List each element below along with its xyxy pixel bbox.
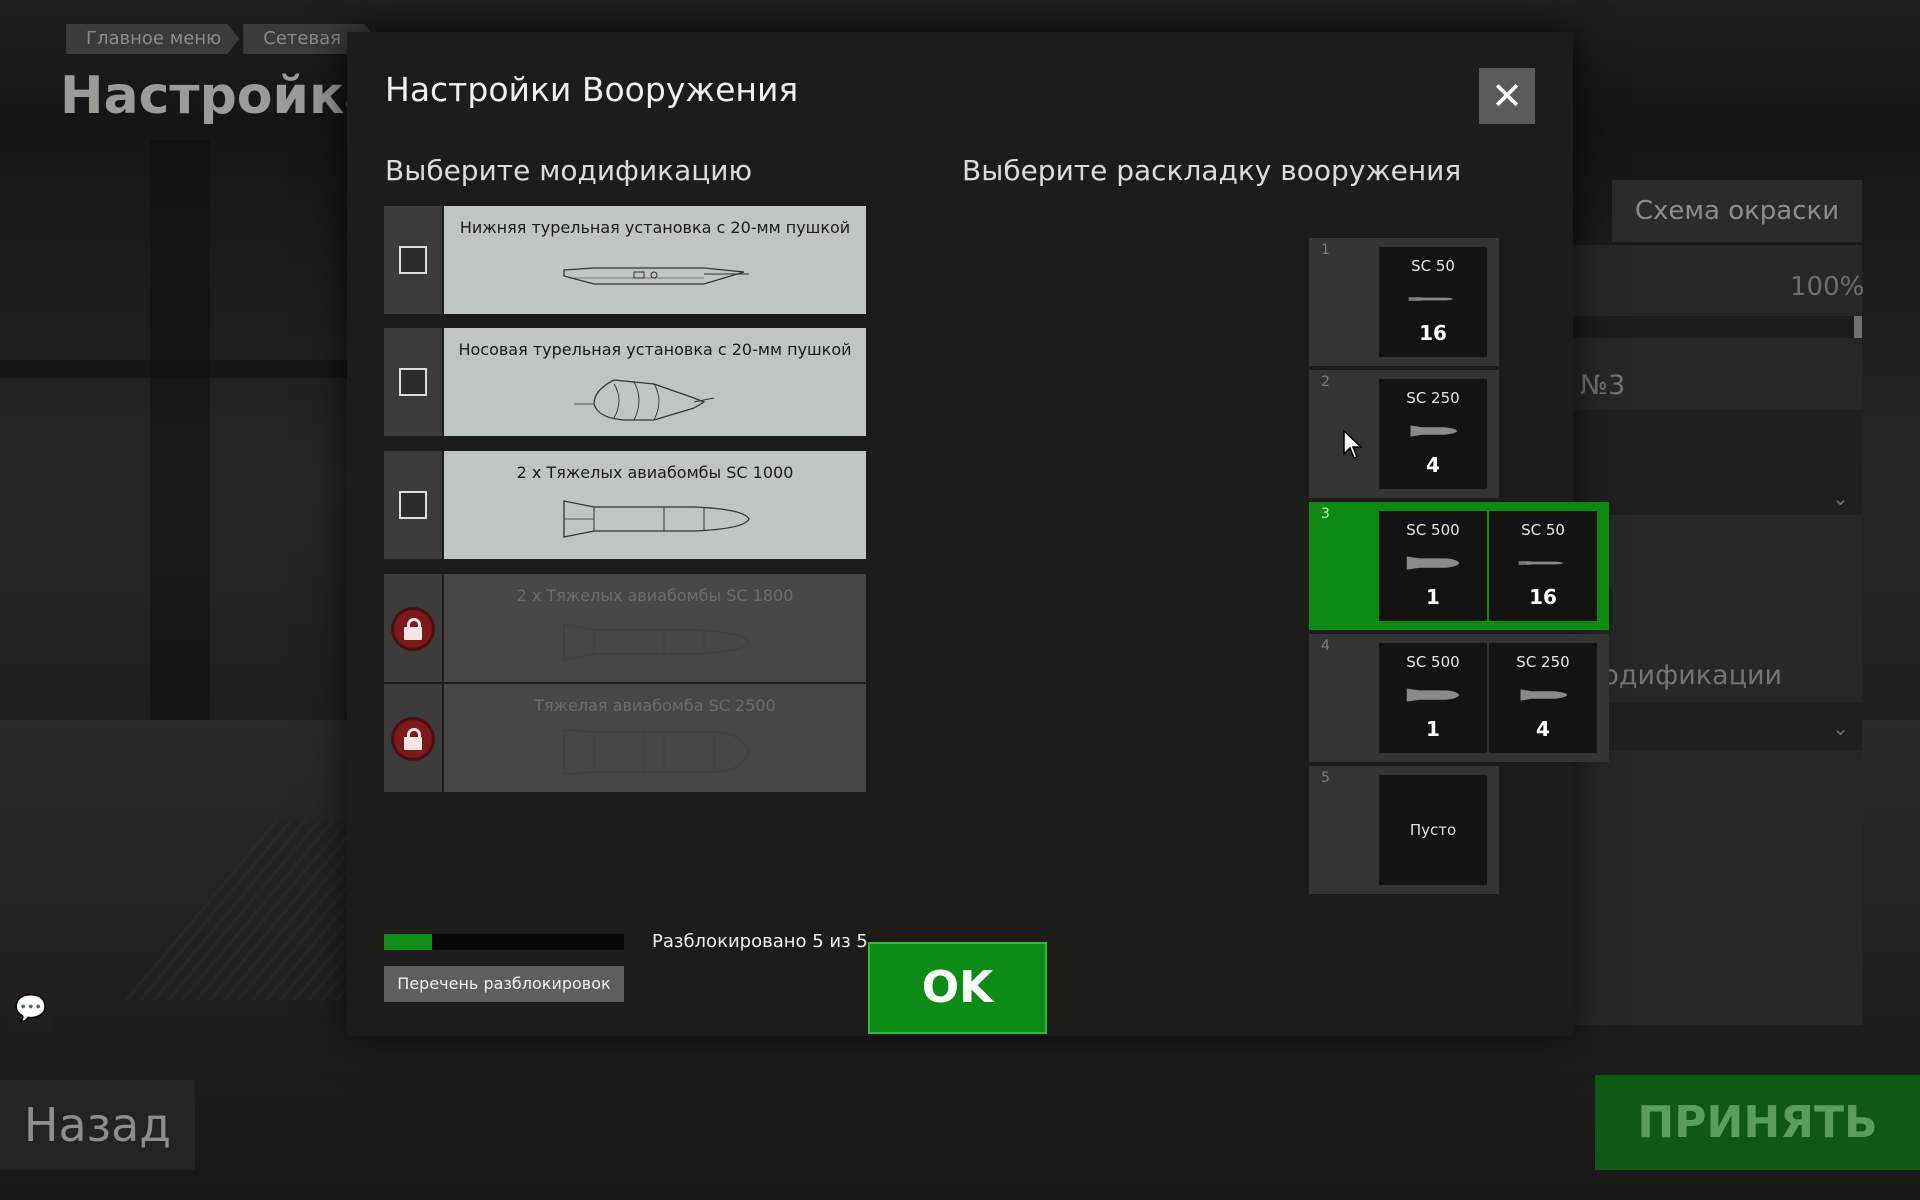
slider-knob[interactable] (1854, 316, 1862, 338)
modification-label: 2 x Тяжелых авиабомбы SC 1000 (516, 463, 794, 482)
hangar-beam (0, 360, 347, 378)
modification-item: Тяжелая авиабомба SC 2500 (384, 684, 866, 792)
chevron-down-icon: ⌄ (1832, 486, 1849, 510)
loadout-number: 5 (1321, 770, 1330, 786)
weapon-name: SC 250 (1516, 653, 1570, 671)
weapon-settings-dialog: Настройки Вооружения ✕ Выберите модифика… (347, 32, 1609, 1036)
modification-label: Тяжелая авиабомба SC 2500 (534, 696, 776, 715)
chat-icon[interactable]: 💬 (8, 986, 54, 1032)
mouse-cursor-icon (1343, 430, 1363, 459)
modification-label: 2 x Тяжелых авиабомбы SC 1800 (516, 586, 794, 605)
modification-checkbox[interactable] (399, 491, 427, 519)
modification-toggle[interactable] (384, 328, 442, 436)
bomb-icon (1406, 688, 1460, 702)
loadout-number: 4 (1321, 638, 1330, 654)
weapon-slot: SC 250 4 (1379, 379, 1487, 489)
weapon-name: SC 50 (1521, 521, 1565, 539)
weapon-slot: SC 500 1 (1379, 643, 1487, 753)
weapon-count: 16 (1529, 585, 1557, 609)
percent-value: 100% (1790, 272, 1865, 302)
lock-icon (394, 720, 432, 758)
chevron-down-icon: ⌄ (1832, 716, 1849, 740)
modification-checkbox[interactable] (399, 246, 427, 274)
weapon-slot: SC 50 16 (1379, 247, 1487, 357)
modification-card: Тяжелая авиабомба SC 2500 (444, 684, 866, 792)
weapon-slot: SC 250 4 (1489, 643, 1597, 753)
bomb-icon (563, 623, 750, 661)
weapon-slot: Пусто (1379, 775, 1487, 885)
ventral-turret-icon (563, 267, 749, 285)
background-dropdown-2[interactable] (1572, 702, 1862, 750)
modification-card[interactable]: 2 x Тяжелых авиабомбы SC 1000 (444, 451, 866, 559)
modification-item[interactable]: Носовая турельная установка с 20-мм пушк… (384, 328, 866, 436)
modification-card: 2 x Тяжелых авиабомбы SC 1800 (444, 574, 866, 682)
loadout-number: 2 (1321, 374, 1330, 390)
settings-panel (1570, 245, 1862, 1025)
bomb-icon (1408, 297, 1454, 301)
loadout-option[interactable]: 4 SC 500 1 SC 250 4 (1309, 634, 1609, 762)
unlock-progress-fill (384, 934, 432, 950)
weapon-slot: SC 50 16 (1489, 511, 1597, 621)
loadout-option[interactable]: 5 Пусто (1309, 766, 1499, 894)
modification-card[interactable]: Носовая турельная установка с 20-мм пушк… (444, 328, 866, 436)
breadcrumb: Главное меню Сетевая и (66, 24, 380, 54)
loadout-option[interactable]: 2 SC 250 4 (1309, 370, 1499, 498)
number-fragment: №3 (1580, 370, 1626, 401)
background-slider[interactable] (1572, 316, 1862, 338)
close-button[interactable]: ✕ (1479, 68, 1535, 124)
close-icon: ✕ (1491, 74, 1523, 118)
hangar-beam (150, 140, 210, 760)
weapon-slot: SC 500 1 (1379, 511, 1487, 621)
unlock-list-button[interactable]: Перечень разблокировок (384, 966, 624, 1002)
modification-card[interactable]: Нижняя турельная установка с 20-мм пушко… (444, 206, 866, 314)
weapon-count: 4 (1536, 717, 1550, 741)
weapon-count: 16 (1419, 321, 1447, 345)
bomb-icon (563, 500, 750, 538)
loadout-title: Выберите раскладку вооружения (962, 154, 1462, 187)
bomb-large-icon (563, 729, 750, 775)
modification-item: 2 x Тяжелых авиабомбы SC 1800 (384, 574, 866, 682)
loadout-number: 3 (1321, 506, 1330, 522)
loadout-option[interactable]: 1 SC 50 16 (1309, 238, 1499, 366)
weapon-name: SC 50 (1411, 257, 1455, 275)
modifications-title: Выберите модификацию (385, 154, 753, 187)
modification-toggle (384, 684, 442, 792)
background-dropdown[interactable] (1572, 410, 1862, 515)
modification-toggle[interactable] (384, 206, 442, 314)
weapon-name: SC 500 (1406, 521, 1460, 539)
tab-paint-scheme[interactable]: Схема окраски (1612, 180, 1862, 242)
bomb-icon (1520, 689, 1568, 701)
weapon-count: 1 (1426, 585, 1440, 609)
weapon-name: SC 500 (1406, 653, 1460, 671)
ok-button[interactable]: OK (868, 942, 1047, 1034)
modification-item[interactable]: Нижняя турельная установка с 20-мм пушко… (384, 206, 866, 314)
weapon-count: 4 (1426, 453, 1440, 477)
modification-checkbox[interactable] (399, 368, 427, 396)
back-button[interactable]: Назад (0, 1080, 195, 1170)
loadout-number: 1 (1321, 242, 1330, 258)
unlock-progress-bar (384, 934, 624, 950)
bomb-icon (1406, 556, 1460, 570)
bomb-icon (1518, 561, 1564, 565)
dialog-title: Настройки Вооружения (385, 70, 799, 109)
loadout-option[interactable]: 3 SC 500 1 SC 50 16 (1309, 502, 1609, 630)
modification-label: Нижняя турельная установка с 20-мм пушко… (459, 218, 851, 237)
weapon-name: SC 250 (1406, 389, 1460, 407)
nose-turret-icon (574, 379, 715, 421)
weapon-count: 1 (1426, 717, 1440, 741)
lock-icon (394, 610, 432, 648)
modification-item[interactable]: 2 x Тяжелых авиабомбы SC 1000 (384, 451, 866, 559)
unlock-status: Разблокировано 5 из 5 (652, 931, 868, 952)
accept-button[interactable]: ПРИНЯТЬ (1595, 1075, 1920, 1170)
modifications-fragment: модификации (1582, 660, 1783, 691)
modification-label: Носовая турельная установка с 20-мм пушк… (458, 340, 852, 359)
bomb-icon (1410, 425, 1458, 437)
breadcrumb-main-menu[interactable]: Главное меню (66, 24, 239, 54)
empty-slot-label: Пусто (1409, 821, 1457, 839)
modification-toggle[interactable] (384, 451, 442, 559)
modification-toggle (384, 574, 442, 682)
